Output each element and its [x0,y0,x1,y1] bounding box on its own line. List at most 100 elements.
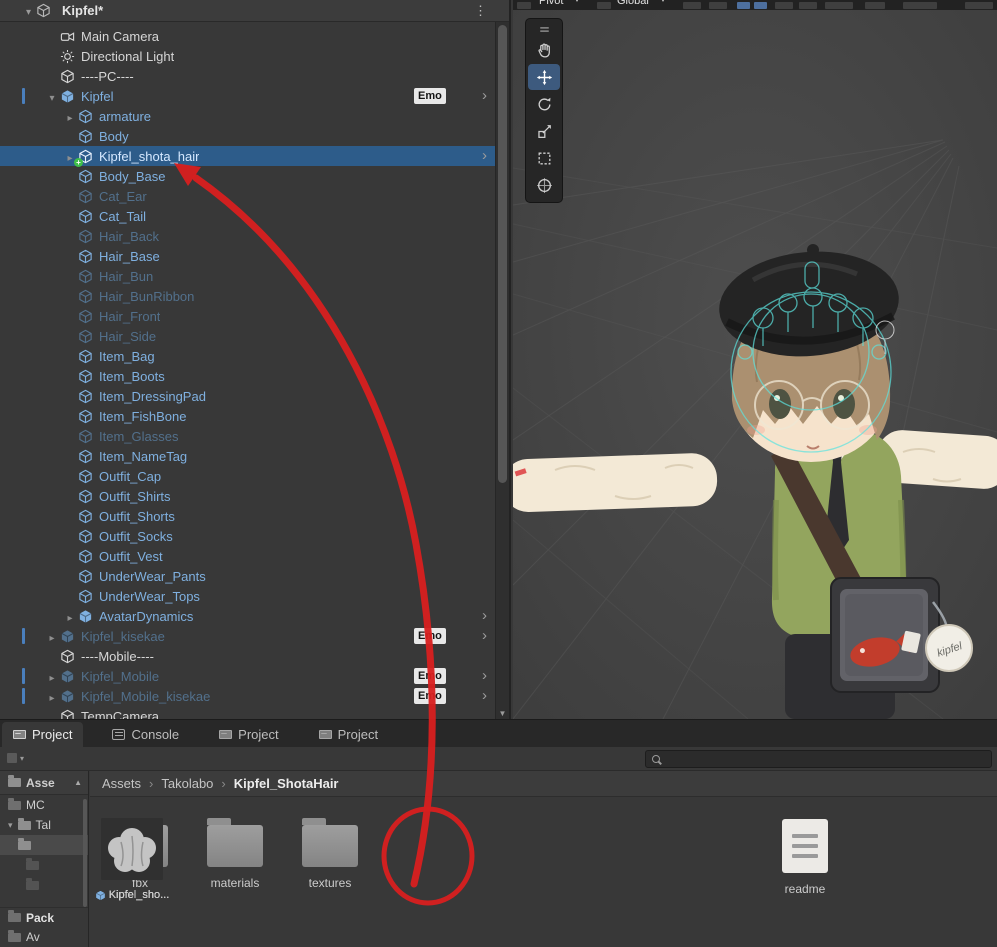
expand-arrow-icon[interactable] [44,629,60,644]
move-tool[interactable] [528,64,560,90]
expand-arrow-icon[interactable] [62,109,78,124]
view-hand-tool[interactable] [528,37,560,63]
hierarchy-item-outfit-cap[interactable]: Outfit_Cap [0,466,495,486]
scale-tool[interactable] [528,118,560,144]
sidebar-item-partial[interactable] [0,855,88,875]
hierarchy-item-item-glasses[interactable]: Item_Glasses [0,426,495,446]
sidebar-item-selected-folder[interactable] [0,835,88,855]
hierarchy-item-pc-separator[interactable]: ----PC---- [0,66,495,86]
tab-project-active[interactable]: Project [2,722,84,747]
sidebar-item-packages[interactable]: Pack [0,907,88,927]
folder-item-textures[interactable]: textures [287,811,373,890]
hierarchy-item-hair-bun[interactable]: Hair_Bun [0,266,495,286]
asset-item-hair-gray[interactable]: Kipfel_sho... [89,811,175,901]
hierarchy-item-hair-bunribbon[interactable]: Hair_BunRibbon [0,286,495,306]
hierarchy-item-hair-front[interactable]: Hair_Front [0,306,495,326]
tab-console[interactable]: Console [101,722,190,747]
scroll-down-icon[interactable]: ▼ [496,709,509,718]
toolbar-dropdown-icon[interactable] [965,2,993,9]
chevron-right-icon[interactable] [482,626,487,646]
hierarchy-item-kipfel-mobile[interactable]: Kipfel_Mobile Emo [0,666,495,686]
hierarchy-item-item-boots[interactable]: Item_Boots [0,366,495,386]
hierarchy-item-mobile-separator[interactable]: ----Mobile---- [0,646,495,666]
hierarchy-item-item-dressingpad[interactable]: Item_DressingPad [0,386,495,406]
toolbar-toggle-on-icon[interactable] [754,2,767,9]
scene-viewport[interactable]: kipfel [513,0,997,719]
sidebar-item-assets[interactable]: Asse ▲ [0,771,88,795]
hierarchy-item-kipfel[interactable]: Kipfel Emo [0,86,495,106]
context-menu-icon[interactable]: ⋮ [474,3,487,19]
project-search-box[interactable] [645,750,992,768]
tab-project-2[interactable]: Project [208,722,289,747]
transform-tool[interactable] [528,172,560,198]
hierarchy-scrollbar[interactable]: ▼ [495,22,509,719]
pivot-caret-icon[interactable]: ▾ [575,0,579,4]
pivot-button[interactable]: Pivot [539,0,563,7]
hierarchy-item-kipfel-kisekae[interactable]: Kipfel_kisekae Emo [0,626,495,646]
breadcrumb-assets[interactable]: Assets [102,776,141,791]
hierarchy-scene-header[interactable]: Kipfel* ⋮ [0,0,509,22]
expand-arrow-icon[interactable] [44,89,60,104]
sidebar-item-tal[interactable]: ▾ Tal [0,815,88,835]
hierarchy-item-underwear-tops[interactable]: UnderWear_Tops [0,586,495,606]
chevron-right-icon[interactable] [482,146,487,166]
hierarchy-item-kipfel-shota-hair[interactable]: Kipfel_shota_hair [0,146,495,167]
chevron-right-icon[interactable] [482,686,487,706]
hierarchy-item-item-nametag[interactable]: Item_NameTag [0,446,495,466]
toolbar-dropdown-icon[interactable] [825,2,853,9]
hierarchy-item-tempcamera[interactable]: TempCamera [0,706,495,719]
hierarchy-item-outfit-socks[interactable]: Outfit_Socks [0,526,495,546]
toolbar-drag-handle[interactable] [528,22,560,36]
hierarchy-item-underwear-pants[interactable]: UnderWear_Pants [0,566,495,586]
tab-project-3[interactable]: Project [308,722,389,747]
breadcrumb-takolabo[interactable]: Takolabo [161,776,213,791]
hierarchy-item-cat-ear[interactable]: Cat_Ear [0,186,495,206]
hierarchy-item-item-bag[interactable]: Item_Bag [0,346,495,366]
toolbar-toggle-icon[interactable] [709,2,727,9]
hierarchy-item-kipfel-mobile-kisekae[interactable]: Kipfel_Mobile_kisekae Emo [0,686,495,706]
global-caret-icon[interactable]: ▾ [661,0,665,4]
hierarchy-item-item-fishbone[interactable]: Item_FishBone [0,406,495,426]
rotate-tool[interactable] [528,91,560,117]
scroll-up-icon[interactable]: ▲ [74,778,82,787]
chevron-right-icon[interactable] [482,666,487,686]
expand-arrow-icon[interactable] [62,609,78,624]
rect-tool[interactable] [528,145,560,171]
search-input[interactable] [665,752,991,766]
sidebar-item-av[interactable]: Av [0,927,88,947]
chevron-right-icon[interactable] [482,86,487,106]
scene-collapse-arrow-icon[interactable] [26,3,31,18]
hierarchy-item-main-camera[interactable]: Main Camera [0,26,495,46]
create-asset-button[interactable]: ▾ [7,753,24,763]
scrollbar-thumb[interactable] [498,25,507,483]
hierarchy-item-cat-tail[interactable]: Cat_Tail [0,206,495,226]
sidebar-item-mc[interactable]: MC [0,795,88,815]
hierarchy-item-outfit-shorts[interactable]: Outfit_Shorts [0,506,495,526]
asset-item-readme[interactable]: readme [762,811,848,896]
folder-item-materials[interactable]: materials [192,811,278,890]
expand-arrow-icon[interactable]: ▾ [8,820,13,831]
hierarchy-item-body[interactable]: Body [0,126,495,146]
toolbar-toggle-on-icon[interactable] [737,2,750,9]
toolbar-toggle-icon[interactable] [683,2,701,9]
global-button[interactable]: Global [617,0,649,7]
hierarchy-item-body-base[interactable]: Body_Base [0,166,495,186]
breadcrumb-current-folder[interactable]: Kipfel_ShotaHair [234,776,339,791]
hierarchy-item-directional-light[interactable]: Directional Light [0,46,495,66]
hierarchy-item-outfit-vest[interactable]: Outfit_Vest [0,546,495,566]
global-icon[interactable] [597,2,611,9]
expand-arrow-icon[interactable] [44,669,60,684]
sidebar-scrollbar-thumb[interactable] [83,799,87,907]
toolbar-toggle-icon[interactable] [799,2,817,9]
tool-handle-icon[interactable] [517,2,531,9]
hierarchy-item-hair-back[interactable]: Hair_Back [0,226,495,246]
hierarchy-item-outfit-shirts[interactable]: Outfit_Shirts [0,486,495,506]
hierarchy-item-hair-side[interactable]: Hair_Side [0,326,495,346]
toolbar-toggle-icon[interactable] [865,2,885,9]
hierarchy-item-armature[interactable]: armature [0,106,495,126]
toolbar-dropdown-icon[interactable] [903,2,937,9]
sidebar-item-partial[interactable] [0,875,88,895]
expand-arrow-icon[interactable] [44,689,60,704]
toolbar-toggle-icon[interactable] [775,2,793,9]
hierarchy-item-avatardynamics[interactable]: AvatarDynamics [0,606,495,626]
